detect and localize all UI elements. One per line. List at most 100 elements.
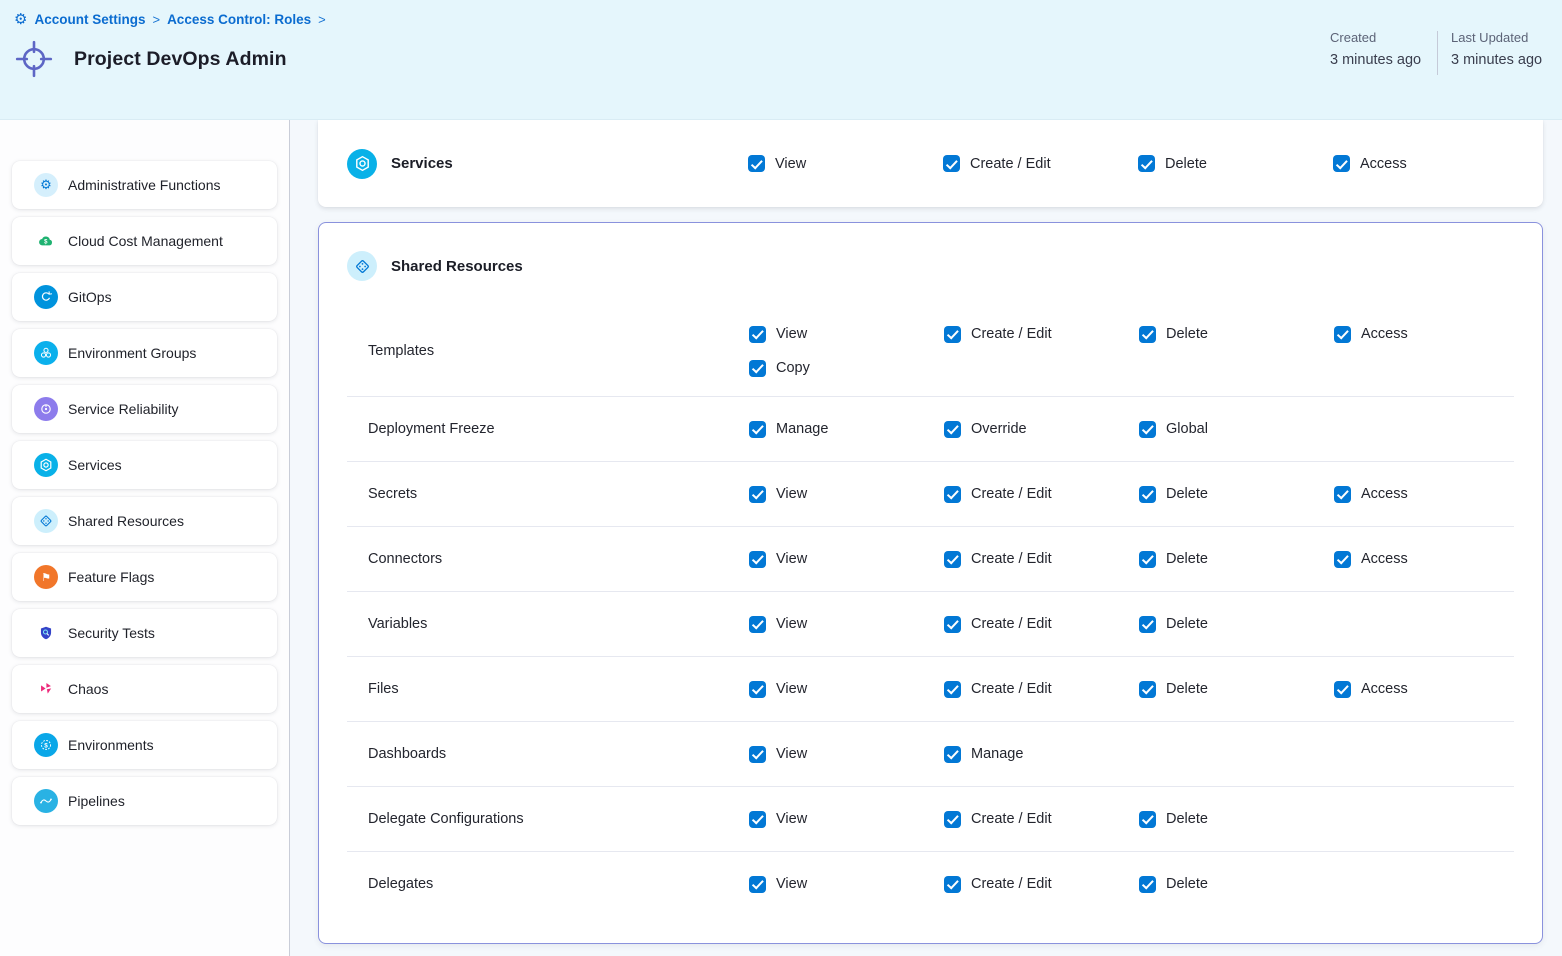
shared-resources-permission-card: Shared Resources TemplatesViewCopyCreate… [318, 222, 1543, 944]
page-header: ⚙ Account Settings > Access Control: Rol… [0, 0, 1562, 120]
checkbox-files-view[interactable] [749, 681, 766, 698]
created-block: Created 3 minutes ago [1330, 30, 1424, 75]
sidebar-item-shared-resources[interactable]: Shared Resources [12, 497, 277, 545]
sidebar-item-services[interactable]: Services [12, 441, 277, 489]
shared-resources-diamond-icon [34, 509, 58, 533]
services-permission-row: Services ViewCreate / EditDeleteAccess [318, 149, 1543, 179]
permission-label: View [776, 616, 807, 632]
permission-services-access: Access [1333, 153, 1543, 175]
sidebar-item-label: Service Reliability [68, 401, 178, 417]
permission-label: Delete [1166, 811, 1208, 827]
checkbox-dashboards-view[interactable] [749, 746, 766, 763]
permission-row-variables: VariablesViewCreate / EditDelete [347, 591, 1514, 656]
checkbox-delegate-configurations-delete[interactable] [1139, 811, 1156, 828]
checkbox-connectors-create-edit[interactable] [944, 551, 961, 568]
gitops-icon [34, 285, 58, 309]
checkbox-delegates-create-edit[interactable] [944, 876, 961, 893]
permission-column: Delete [1139, 323, 1334, 345]
permission-templates-view: View [749, 323, 944, 345]
shared-resources-icon [347, 251, 377, 281]
checkbox-services-access[interactable] [1333, 155, 1350, 172]
permission-column: View [748, 153, 943, 175]
permission-label: View [776, 811, 807, 827]
breadcrumb-link-account-settings[interactable]: Account Settings [34, 12, 145, 27]
shared-resources-card-head: Shared Resources [319, 223, 1542, 306]
permission-variables-delete: Delete [1139, 613, 1334, 635]
permission-column: Create / Edit [944, 613, 1139, 635]
checkbox-templates-copy[interactable] [749, 360, 766, 377]
permission-label: Access [1361, 486, 1408, 502]
permission-column: View [749, 873, 944, 895]
permission-variables-create-edit: Create / Edit [944, 613, 1139, 635]
checkbox-connectors-delete[interactable] [1139, 551, 1156, 568]
permission-label: Delete [1166, 876, 1208, 892]
permission-label: Manage [971, 746, 1023, 762]
checkbox-dashboards-manage[interactable] [944, 746, 961, 763]
sidebar-item-label: Shared Resources [68, 513, 184, 529]
permission-column: Access [1334, 548, 1514, 570]
checkbox-secrets-view[interactable] [749, 486, 766, 503]
checkbox-files-access[interactable] [1334, 681, 1351, 698]
role-meta: Created 3 minutes ago Last Updated 3 min… [1330, 30, 1545, 75]
last-updated-block: Last Updated 3 minutes ago [1451, 30, 1545, 75]
permission-column: Override [944, 418, 1139, 440]
checkbox-delegates-delete[interactable] [1139, 876, 1156, 893]
sidebar-item-service-reliability[interactable]: Service Reliability [12, 385, 277, 433]
permission-dashboards-manage: Manage [944, 743, 1139, 765]
checkbox-variables-delete[interactable] [1139, 616, 1156, 633]
checkbox-templates-access[interactable] [1334, 326, 1351, 343]
checkbox-delegate-configurations-view[interactable] [749, 811, 766, 828]
permission-column: Access [1333, 153, 1543, 175]
checkbox-connectors-view[interactable] [749, 551, 766, 568]
chaos-pinwheel-icon [34, 677, 58, 701]
permission-connectors-delete: Delete [1139, 548, 1334, 570]
sidebar-item-environments[interactable]: $Environments [12, 721, 277, 769]
permission-row-connectors: ConnectorsViewCreate / EditDeleteAccess [347, 526, 1514, 591]
checkbox-variables-create-edit[interactable] [944, 616, 961, 633]
sidebar-item-security-tests[interactable]: Security Tests [12, 609, 277, 657]
checkbox-files-delete[interactable] [1139, 681, 1156, 698]
checkbox-templates-delete[interactable] [1139, 326, 1156, 343]
permission-label: Access [1361, 681, 1408, 697]
permission-files-view: View [749, 678, 944, 700]
services-permission-card: Services ViewCreate / EditDeleteAccess [318, 120, 1543, 207]
sidebar-item-administrative-functions[interactable]: ⚙Administrative Functions [12, 161, 277, 209]
breadcrumb-link-access-control-roles[interactable]: Access Control: Roles [167, 12, 311, 27]
sidebar-item-pipelines[interactable]: Pipelines [12, 777, 277, 825]
checkbox-deployment-freeze-override[interactable] [944, 421, 961, 438]
breadcrumb-separator: > [152, 12, 160, 27]
checkbox-secrets-create-edit[interactable] [944, 486, 961, 503]
services-card-title: Services [391, 155, 453, 172]
resource-label: Secrets [347, 486, 749, 502]
sidebar-item-cloud-cost-management[interactable]: $Cloud Cost Management [12, 217, 277, 265]
checkbox-services-delete[interactable] [1138, 155, 1155, 172]
permission-row-delegate-configurations: Delegate ConfigurationsViewCreate / Edit… [347, 786, 1514, 851]
role-target-icon [14, 39, 54, 79]
sidebar-item-feature-flags[interactable]: ⚑Feature Flags [12, 553, 277, 601]
checkbox-services-view[interactable] [748, 155, 765, 172]
checkbox-delegate-configurations-create-edit[interactable] [944, 811, 961, 828]
checkbox-services-create-edit[interactable] [943, 155, 960, 172]
checkbox-templates-create-edit[interactable] [944, 326, 961, 343]
sidebar-item-environment-groups[interactable]: Environment Groups [12, 329, 277, 377]
permission-label: Copy [776, 360, 810, 376]
checkbox-secrets-delete[interactable] [1139, 486, 1156, 503]
breadcrumb-separator: > [318, 12, 326, 27]
sidebar-item-chaos[interactable]: Chaos [12, 665, 277, 713]
permission-label: Create / Edit [971, 326, 1052, 342]
sidebar-item-gitops[interactable]: GitOps [12, 273, 277, 321]
last-updated-label: Last Updated [1451, 30, 1545, 45]
security-shield-icon [34, 621, 58, 645]
checkbox-delegates-view[interactable] [749, 876, 766, 893]
checkbox-connectors-access[interactable] [1334, 551, 1351, 568]
permission-templates-copy: Copy [749, 357, 944, 379]
checkbox-variables-view[interactable] [749, 616, 766, 633]
checkbox-templates-view[interactable] [749, 326, 766, 343]
checkbox-deployment-freeze-global[interactable] [1139, 421, 1156, 438]
checkbox-secrets-access[interactable] [1334, 486, 1351, 503]
permission-column: Manage [749, 418, 944, 440]
checkbox-deployment-freeze-manage[interactable] [749, 421, 766, 438]
permission-label: Access [1361, 551, 1408, 567]
checkbox-files-create-edit[interactable] [944, 681, 961, 698]
resource-label: Files [347, 681, 749, 697]
